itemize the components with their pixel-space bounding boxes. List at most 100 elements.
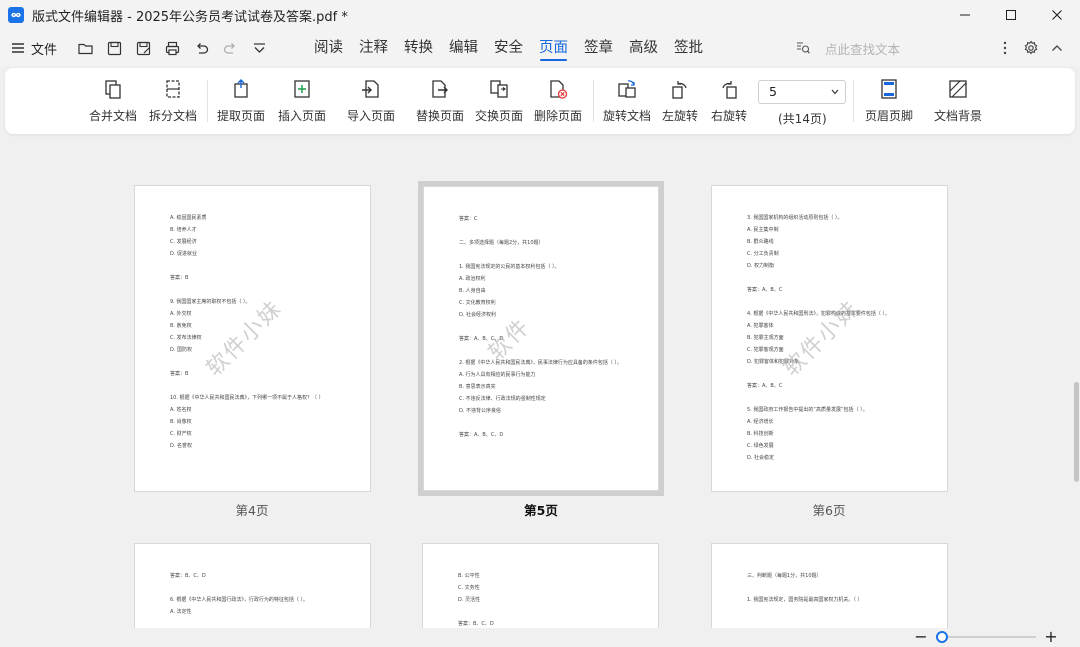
- quick-toolbar-more-button[interactable]: [245, 35, 274, 61]
- status-bar: − +: [0, 628, 1080, 647]
- delete-page-button[interactable]: 删除页面: [534, 78, 582, 128]
- collapse-ribbon-button[interactable]: [1044, 35, 1070, 61]
- page-watermark: 软件小妹: [778, 295, 865, 382]
- rotate-left-button[interactable]: 左旋转: [662, 78, 698, 128]
- page-thumbnail[interactable]: 三、判断题（每题1分，共10题） 1. 我国宪法规定，国务院是最高国家权力机关。（…: [711, 543, 948, 628]
- replace-page-icon: [432, 80, 448, 98]
- merge-documents-button[interactable]: 合并文档: [89, 78, 137, 128]
- page-text-line: 答案：B、C、D: [170, 573, 206, 579]
- document-background-button[interactable]: 文档背景: [934, 78, 982, 128]
- page-text-line: B. 科技创新: [747, 431, 774, 437]
- import-page-label: 导入页面: [347, 109, 396, 123]
- tab-page[interactable]: 页面: [531, 30, 576, 66]
- tab-security[interactable]: 安全: [486, 30, 531, 66]
- tab-edit[interactable]: 编辑: [441, 30, 486, 66]
- page-text-line: B. 意思表示真实: [459, 384, 496, 390]
- page-thumbnail[interactable]: 答案：B、C、D 6. 根据《中华人民共和国行政法》，行政行为的特征包括（ ）。 A…: [134, 543, 371, 628]
- page-text-line: C. 发展经济: [170, 239, 197, 245]
- close-button[interactable]: [1034, 0, 1080, 30]
- tab-read[interactable]: 阅读: [306, 30, 351, 66]
- print-icon: [165, 41, 180, 55]
- page-text-line: B. 培养人才: [170, 227, 197, 233]
- tab-approve[interactable]: 签批: [666, 30, 711, 66]
- page-text-line: 答案：B: [170, 371, 189, 377]
- search-box[interactable]: 点此查找文本: [795, 30, 900, 66]
- page-text-line: 答案：A、B、C、D: [459, 432, 504, 438]
- more-options-button[interactable]: [992, 35, 1018, 61]
- rotate-left-icon: [672, 81, 687, 99]
- ribbon-divider: [207, 80, 208, 122]
- zoom-out-button[interactable]: −: [912, 629, 930, 645]
- vertical-dots-icon: [1003, 41, 1007, 55]
- rotate-document-icon: [618, 80, 636, 98]
- open-button[interactable]: [71, 35, 100, 61]
- menu-bar: 文件 阅读 注释 转换 编辑 安全 页面 签章 高级 签批 点此查找文本: [0, 30, 1080, 66]
- page-text-line: D. 国防权: [170, 347, 193, 353]
- save-button[interactable]: [100, 35, 129, 61]
- zoom-in-button[interactable]: +: [1042, 629, 1060, 645]
- header-footer-icon: [881, 79, 897, 99]
- page-thumbnail[interactable]: 答案：C 二、多项选择题（每题2分，共10题） 1. 我国宪法规定的公民的基本权利包…: [418, 181, 664, 496]
- import-page-button[interactable]: 导入页面: [347, 78, 395, 128]
- chevron-up-icon: [1052, 45, 1062, 51]
- page-thumbnail[interactable]: A. 稳固国民素质 B. 培养人才 C. 发展经济 D. 促进就业 答案：B 9. 我国国…: [134, 185, 371, 492]
- print-button[interactable]: [158, 35, 187, 61]
- page-text-line: C. 犯罪客观方面: [747, 347, 784, 353]
- vertical-scrollbar[interactable]: [1074, 382, 1079, 482]
- settings-button[interactable]: [1018, 35, 1044, 61]
- tab-convert[interactable]: 转换: [396, 30, 441, 66]
- save-icon: [107, 41, 122, 55]
- search-placeholder: 点此查找文本: [825, 41, 901, 57]
- rotate-right-icon: [722, 81, 737, 99]
- page-thumbnail-label: 第4页: [235, 503, 269, 518]
- document-background-icon: [949, 80, 967, 98]
- page-text-line: 答案：B: [170, 275, 189, 281]
- page-text-line: 答案：A、B、C: [747, 287, 783, 293]
- save-as-button[interactable]: [129, 35, 158, 61]
- file-menu-label: 文件: [31, 42, 58, 58]
- minimize-button[interactable]: [942, 0, 988, 30]
- import-page-icon: [362, 80, 379, 98]
- chevron-down-icon: [831, 89, 839, 95]
- page-text-line: 答案：A、B、C: [747, 383, 783, 389]
- extract-pages-button[interactable]: 提取页面: [217, 78, 265, 128]
- redo-icon: [223, 42, 235, 54]
- redo-button[interactable]: [216, 35, 245, 61]
- rotate-document-button[interactable]: 旋转文档: [603, 78, 651, 128]
- split-document-label: 拆分文档: [149, 109, 198, 123]
- rotate-left-label: 左旋转: [662, 109, 699, 123]
- page-text-line: C. 不违反法律、行政法规的强制性规定: [459, 396, 546, 402]
- page-number-select[interactable]: 5: [758, 80, 846, 104]
- swap-pages-label: 交换页面: [475, 109, 524, 123]
- page-text-line: C. 财产权: [170, 431, 192, 437]
- page-text-line: 答案：B、C、D: [458, 621, 494, 627]
- header-footer-label: 页眉页脚: [865, 109, 914, 123]
- header-footer-button[interactable]: 页眉页脚: [865, 78, 913, 128]
- ribbon-divider: [593, 80, 594, 122]
- document-background-label: 文档背景: [934, 109, 983, 123]
- rotate-right-button[interactable]: 右旋转: [711, 78, 747, 128]
- delete-page-label: 删除页面: [534, 109, 583, 123]
- more-dropdown-icon: [254, 42, 266, 53]
- tab-annotate[interactable]: 注释: [351, 30, 396, 66]
- page-text-line: D. 灵活性: [458, 597, 481, 603]
- undo-button[interactable]: [187, 35, 216, 61]
- save-as-icon: [136, 41, 151, 55]
- page-thumbnail[interactable]: 3. 我国国家机构的组织活动原则包括（ ）。 A. 民主集中制 B. 群众路线 C. …: [711, 185, 948, 492]
- file-menu[interactable]: 文件: [10, 39, 57, 58]
- page-text-line: 3. 我国国家机构的组织活动原则包括（ ）。: [747, 215, 843, 221]
- maximize-button[interactable]: [988, 0, 1034, 30]
- tab-seal[interactable]: 签章: [576, 30, 621, 66]
- tab-advanced[interactable]: 高级: [621, 30, 666, 66]
- insert-page-button[interactable]: 插入页面: [278, 78, 326, 128]
- split-document-button[interactable]: 拆分文档: [149, 78, 197, 128]
- replace-page-label: 替换页面: [416, 109, 465, 123]
- zoom-slider[interactable]: [936, 631, 1036, 643]
- page-text-line: A. 姓名权: [170, 407, 192, 413]
- zoom-slider-handle[interactable]: [936, 631, 948, 643]
- page-text-line: A. 法定性: [170, 609, 192, 615]
- page-thumbnail[interactable]: B. 公平性 C. 文务性 D. 灵活性 答案：B、C、D: [422, 543, 659, 628]
- swap-pages-button[interactable]: 交换页面: [475, 78, 523, 128]
- replace-page-button[interactable]: 替换页面: [416, 78, 464, 128]
- rotate-right-label: 右旋转: [711, 109, 748, 123]
